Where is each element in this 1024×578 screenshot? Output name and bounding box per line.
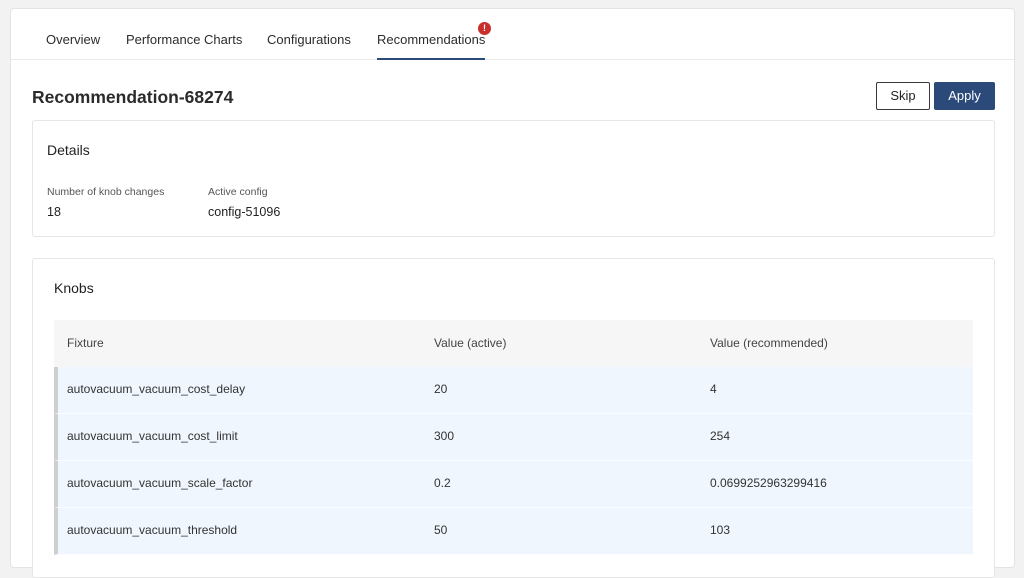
tab-configurations[interactable]: Configurations [267, 32, 351, 47]
details-title: Details [47, 142, 90, 158]
alert-badge-icon: ! [478, 22, 491, 35]
cell-value-active: 300 [434, 429, 455, 443]
cell-value-active: 0.2 [434, 476, 451, 490]
active-config-label: Active config [208, 186, 268, 198]
cell-value-recommended: 103 [710, 523, 731, 537]
cell-fixture: autovacuum_vacuum_scale_factor [67, 476, 253, 490]
cell-value-recommended: 0.0699252963299416 [710, 476, 827, 490]
table-row[interactable]: autovacuum_vacuum_threshold 50 103 [54, 508, 973, 555]
cell-value-recommended: 254 [710, 429, 731, 443]
cell-fixture: autovacuum_vacuum_cost_delay [67, 382, 246, 396]
details-panel: Details Number of knob changes 18 Active… [32, 120, 995, 237]
tab-bar: Overview Performance Charts Configuratio… [11, 9, 1014, 60]
main-card: Overview Performance Charts Configuratio… [10, 8, 1015, 578]
column-header-value-active[interactable]: Value (active) [434, 336, 506, 350]
cell-value-active: 20 [434, 382, 448, 396]
tab-recommendations[interactable]: Recommendations [377, 32, 486, 60]
table-header: Fixture Value (active) Value (recommende… [54, 320, 973, 367]
cell-value-recommended: 4 [710, 382, 717, 396]
apply-button[interactable]: Apply [934, 82, 995, 110]
knob-changes-value: 18 [47, 205, 61, 219]
cell-value-active: 50 [434, 523, 448, 537]
table-row[interactable]: autovacuum_vacuum_cost_delay 20 4 [54, 367, 973, 414]
column-header-value-recommended[interactable]: Value (recommended) [710, 336, 828, 350]
table-row[interactable]: autovacuum_vacuum_cost_limit 300 254 [54, 414, 973, 461]
skip-button[interactable]: Skip [876, 82, 930, 110]
knobs-panel: Knobs Fixture Value (active) Value (reco… [32, 258, 995, 578]
cell-fixture: autovacuum_vacuum_cost_limit [67, 429, 238, 443]
tab-overview[interactable]: Overview [46, 32, 100, 47]
tab-performance-charts[interactable]: Performance Charts [126, 32, 242, 47]
column-header-fixture[interactable]: Fixture [67, 336, 104, 350]
knob-changes-label: Number of knob changes [47, 186, 165, 198]
knobs-title: Knobs [54, 280, 94, 296]
knobs-table: Fixture Value (active) Value (recommende… [54, 320, 973, 555]
cell-fixture: autovacuum_vacuum_threshold [67, 523, 238, 537]
table-row[interactable]: autovacuum_vacuum_scale_factor 0.2 0.069… [54, 461, 973, 508]
active-config-value: config-51096 [208, 205, 281, 219]
page-title: Recommendation-68274 [32, 87, 234, 107]
